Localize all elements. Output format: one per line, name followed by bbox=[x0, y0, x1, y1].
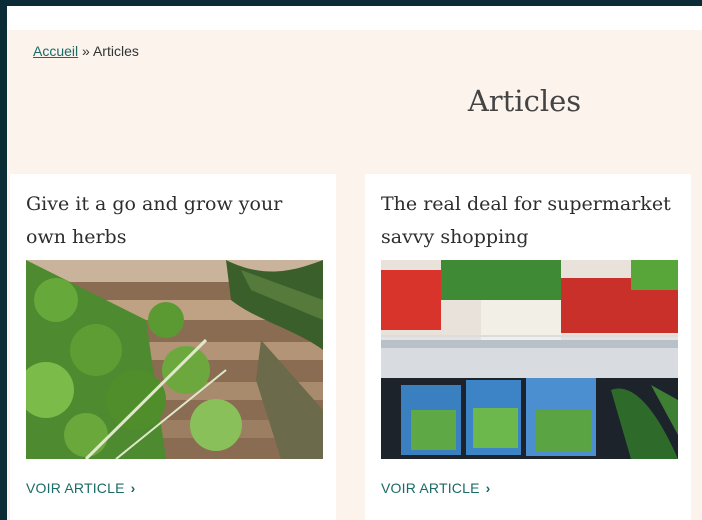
article-title[interactable]: Give it a go and grow your own herbs bbox=[26, 188, 326, 254]
supermarket-shelf-photo[interactable] bbox=[381, 260, 678, 459]
breadcrumb-separator: » bbox=[82, 43, 90, 59]
chevron-right-icon: › bbox=[485, 480, 491, 496]
article-link-label: VOIR ARTICLE bbox=[381, 480, 480, 496]
article-link[interactable]: VOIR ARTICLE › bbox=[381, 480, 491, 496]
article-link-label: VOIR ARTICLE bbox=[26, 480, 125, 496]
article-card: Give it a go and grow your own herbs VOI… bbox=[10, 174, 336, 520]
breadcrumb-home-link[interactable]: Accueil bbox=[33, 43, 78, 59]
page-title: Articles bbox=[467, 84, 582, 118]
article-title[interactable]: The real deal for supermarket savvy shop… bbox=[381, 188, 681, 254]
herbs-photo[interactable] bbox=[26, 260, 323, 459]
top-bar bbox=[7, 6, 702, 30]
article-card: The real deal for supermarket savvy shop… bbox=[365, 174, 691, 520]
chevron-right-icon: › bbox=[130, 480, 136, 496]
breadcrumb: Accueil » Articles bbox=[33, 43, 139, 59]
article-link[interactable]: VOIR ARTICLE › bbox=[26, 480, 136, 496]
page-content: Accueil » Articles Articles Give it a go… bbox=[7, 30, 702, 520]
breadcrumb-current: Articles bbox=[92, 43, 139, 59]
